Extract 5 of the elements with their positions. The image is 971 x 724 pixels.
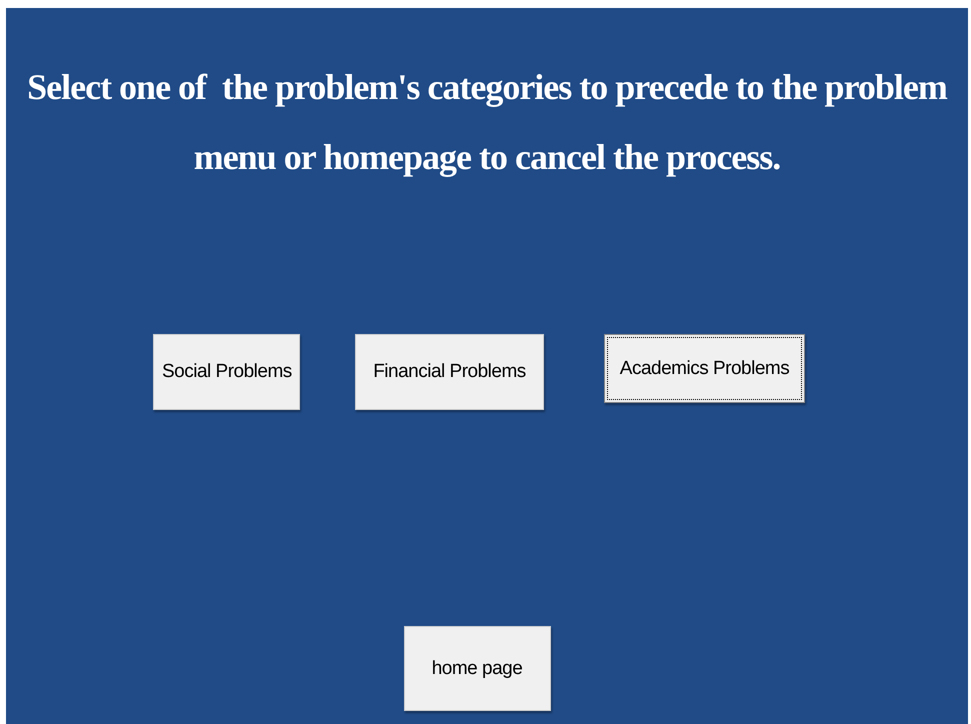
category-button[interactable]: Academics Problems	[604, 334, 805, 403]
category-button[interactable]: Financial Problems	[355, 334, 544, 410]
instruction-heading: Select one of the problem's categories to precede to the problem menu or homepage to cancel the process.	[26, 66, 948, 179]
home-page-button[interactable]: home page	[404, 626, 550, 711]
category-button[interactable]: Social Problems	[153, 334, 300, 410]
